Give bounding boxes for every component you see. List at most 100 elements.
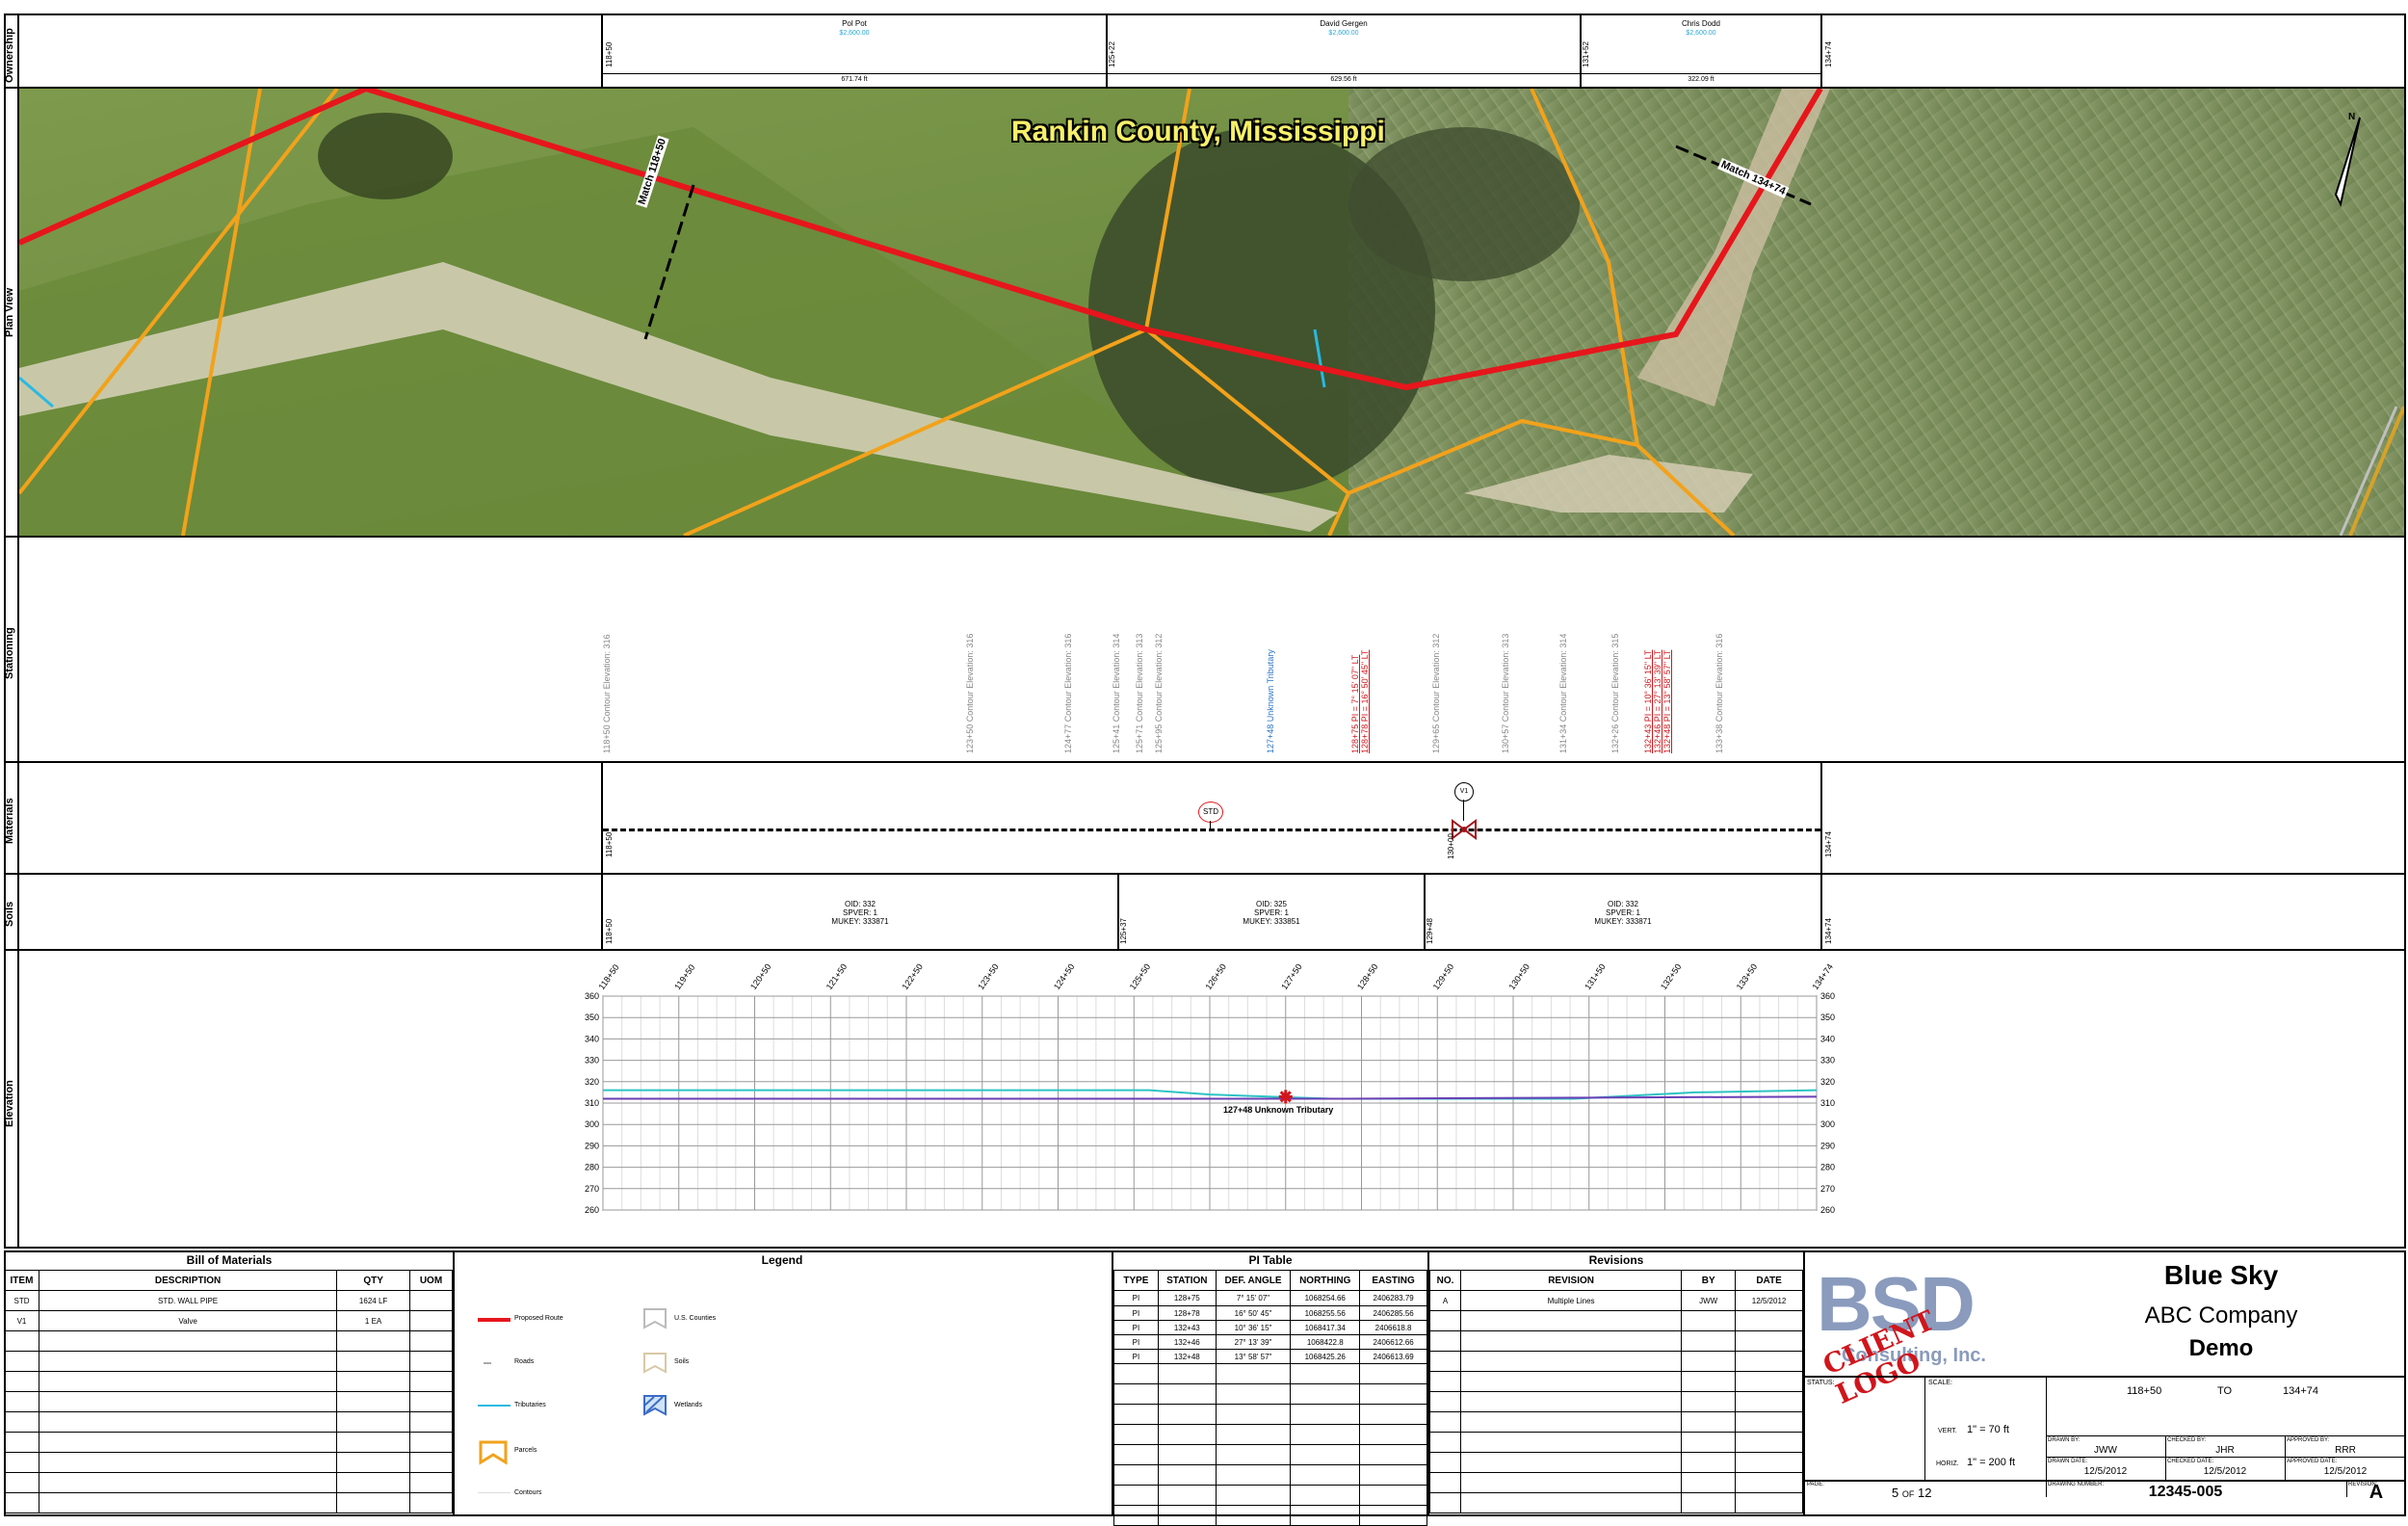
y-tick-label-right: 280 <box>1820 1163 1835 1172</box>
legend-swatch-wetlands <box>643 1395 667 1416</box>
legend-label: Parcels <box>514 1447 537 1454</box>
table-row: V1 Valve 1 EA <box>4 1310 453 1331</box>
owner-value: $2,600.00 <box>1686 30 1716 37</box>
side-label-plan-view: Plan View <box>4 287 15 337</box>
range-from: 118+50 <box>2127 1385 2162 1397</box>
soil-station: 118+50 <box>605 918 614 944</box>
title-block: BSD Consulting, Inc. CLIENT LOGO Blue Sk… <box>1805 1250 2406 1503</box>
soil-oid: OID: 332 <box>1607 900 1638 908</box>
legend-swatch-roads <box>484 1362 491 1364</box>
approved-date-label: APPROVED DATE: <box>2287 1459 2338 1464</box>
station-label: 132+26 Contour Elevation: 315 <box>1610 633 1620 753</box>
valve-leader <box>1463 800 1464 821</box>
legend-swatch-parcels <box>479 1440 508 1465</box>
table-row <box>1429 1472 1803 1493</box>
tributary-label: 127+48 Unknown Tributary <box>1266 649 1275 753</box>
bom-cell: V1 <box>4 1310 39 1331</box>
owner-name: David Gergen <box>1320 19 1368 28</box>
pi-label: 128+75 PI = 7° 15' 07" LT <box>1350 654 1360 753</box>
std-callout: STD <box>1198 802 1223 823</box>
pi-cell: 128+78 <box>1157 1305 1217 1321</box>
horiz-label: HORIZ. <box>1936 1460 1959 1467</box>
table-row <box>4 1472 453 1493</box>
owner-value: $2,600.00 <box>1328 30 1359 37</box>
bom-table: ITEM DESCRIPTION QTY UOM STD STD. WALL P… <box>4 1270 453 1513</box>
legend-swatch-proposed-route <box>478 1318 510 1322</box>
x-tick-label: 120+50 <box>748 962 773 992</box>
y-tick-label-left: 330 <box>585 1056 599 1066</box>
revisions-header: NO. <box>1429 1270 1461 1291</box>
page-label: PAGE: <box>1807 1482 1824 1487</box>
pi-cell: PI <box>1113 1320 1159 1335</box>
x-tick-label: 127+50 <box>1279 962 1304 992</box>
table-row <box>1113 1505 1427 1526</box>
pi-label: 132+48 PI = 13° 58' 57" LT <box>1662 649 1672 753</box>
bom-title: Bill of Materials <box>186 1253 273 1267</box>
station-label: 133+38 Contour Elevation: 316 <box>1714 633 1724 753</box>
revisions-cell: A <box>1429 1290 1461 1311</box>
soil-oid: OID: 332 <box>844 900 876 908</box>
status-label: STATUS: <box>1807 1380 1835 1386</box>
pi-cell: 1068254.66 <box>1290 1290 1361 1306</box>
page-number: 5 OF 12 <box>1892 1486 1931 1500</box>
pi-cell: PI <box>1113 1290 1159 1306</box>
y-tick-label-right: 260 <box>1820 1205 1835 1214</box>
x-tick-label: 133+50 <box>1735 962 1760 992</box>
pi-cell: 27° 13' 39" <box>1215 1334 1292 1350</box>
vert-label: VERT. <box>1938 1428 1957 1434</box>
pi-title: PI Table <box>1248 1253 1293 1267</box>
table-row: PI 128+78 16° 50' 45" 1068255.56 2406285… <box>1113 1305 1427 1321</box>
plan-view-map[interactable]: Rankin County, Mississippi Match 118+50 … <box>19 89 2404 536</box>
ownership-station: 125+22 <box>1108 41 1116 67</box>
horiz-scale: 1" = 200 ft <box>1967 1457 2016 1468</box>
table-row <box>1113 1444 1427 1465</box>
y-tick-label-left: 320 <box>585 1077 599 1087</box>
table-row <box>4 1391 453 1412</box>
page-total: 12 <box>1917 1486 1932 1500</box>
y-tick-label-right: 360 <box>1820 991 1835 1001</box>
table-row: PI 132+43 10° 36' 15" 1068417.34 2406618… <box>1113 1320 1427 1335</box>
soil-mukey: MUKEY: 333871 <box>831 917 889 926</box>
table-row: A Multiple Lines JWW 12/5/2012 <box>1429 1290 1803 1311</box>
pi-cell: 2406613.69 <box>1359 1349 1427 1364</box>
y-tick-label-left: 360 <box>585 991 599 1001</box>
tb-hline-sig <box>2046 1435 2406 1436</box>
bom-cell <box>409 1310 453 1331</box>
y-tick-label-left: 310 <box>585 1098 599 1108</box>
side-label-elevation: Elevation <box>4 1080 15 1127</box>
x-tick-label: 123+50 <box>976 962 1001 992</box>
station-label: 125+71 Contour Elevation: 313 <box>1135 633 1144 753</box>
owner-length: 629.56 ft <box>1330 76 1357 83</box>
station-label: 124+77 Contour Elevation: 316 <box>1063 633 1073 753</box>
station-label: 125+41 Contour Elevation: 314 <box>1112 633 1121 753</box>
station-label: 131+34 Contour Elevation: 314 <box>1558 633 1568 753</box>
revisions-panel: Revisions NO. REVISION BY DATE A Multipl… <box>1429 1250 1805 1516</box>
elevation-marker-label: 127+48 Unknown Tributary <box>1223 1105 1334 1115</box>
pi-header: STATION <box>1157 1270 1217 1291</box>
elevation-profile-chart: 118+50 119+50 120+50 121+50 122+50 123+50 124+… <box>585 962 1835 1214</box>
pi-label: 128+78 PI = 16° 50' 45" LT <box>1360 649 1370 753</box>
table-row: PI 128+75 7° 15' 07" 1068254.66 2406283.… <box>1113 1290 1427 1306</box>
station-label: 129+65 Contour Elevation: 312 <box>1431 633 1441 753</box>
y-tick-label-left: 290 <box>585 1141 599 1150</box>
soil-station: 129+48 <box>1426 918 1434 944</box>
table-row <box>4 1330 453 1352</box>
table-row <box>4 1452 453 1473</box>
stationing-panel: 118+50 Contour Elevation: 316 123+50 Con… <box>19 538 2404 761</box>
soil-mukey: MUKEY: 333851 <box>1243 917 1300 926</box>
ownership-station: 131+52 <box>1582 41 1590 67</box>
soil-station: 125+37 <box>1119 918 1128 944</box>
row-line-5 <box>4 949 2406 951</box>
station-label: 118+50 Contour Elevation: 316 <box>602 634 612 753</box>
page-current: 5 <box>1892 1486 1899 1500</box>
table-row <box>1429 1330 1803 1352</box>
scale-label: SCALE: <box>1928 1380 1952 1386</box>
owner-name: Chris Dodd <box>1681 19 1720 28</box>
legend-label: Soils <box>674 1358 690 1365</box>
x-tick-label: 130+50 <box>1506 962 1531 992</box>
table-row <box>4 1492 453 1513</box>
pi-cell: 128+75 <box>1157 1290 1217 1306</box>
tb-vline-1 <box>1924 1376 1925 1480</box>
side-label-materials: Materials <box>4 798 15 844</box>
drawn-date: 12/5/2012 <box>2083 1466 2128 1477</box>
